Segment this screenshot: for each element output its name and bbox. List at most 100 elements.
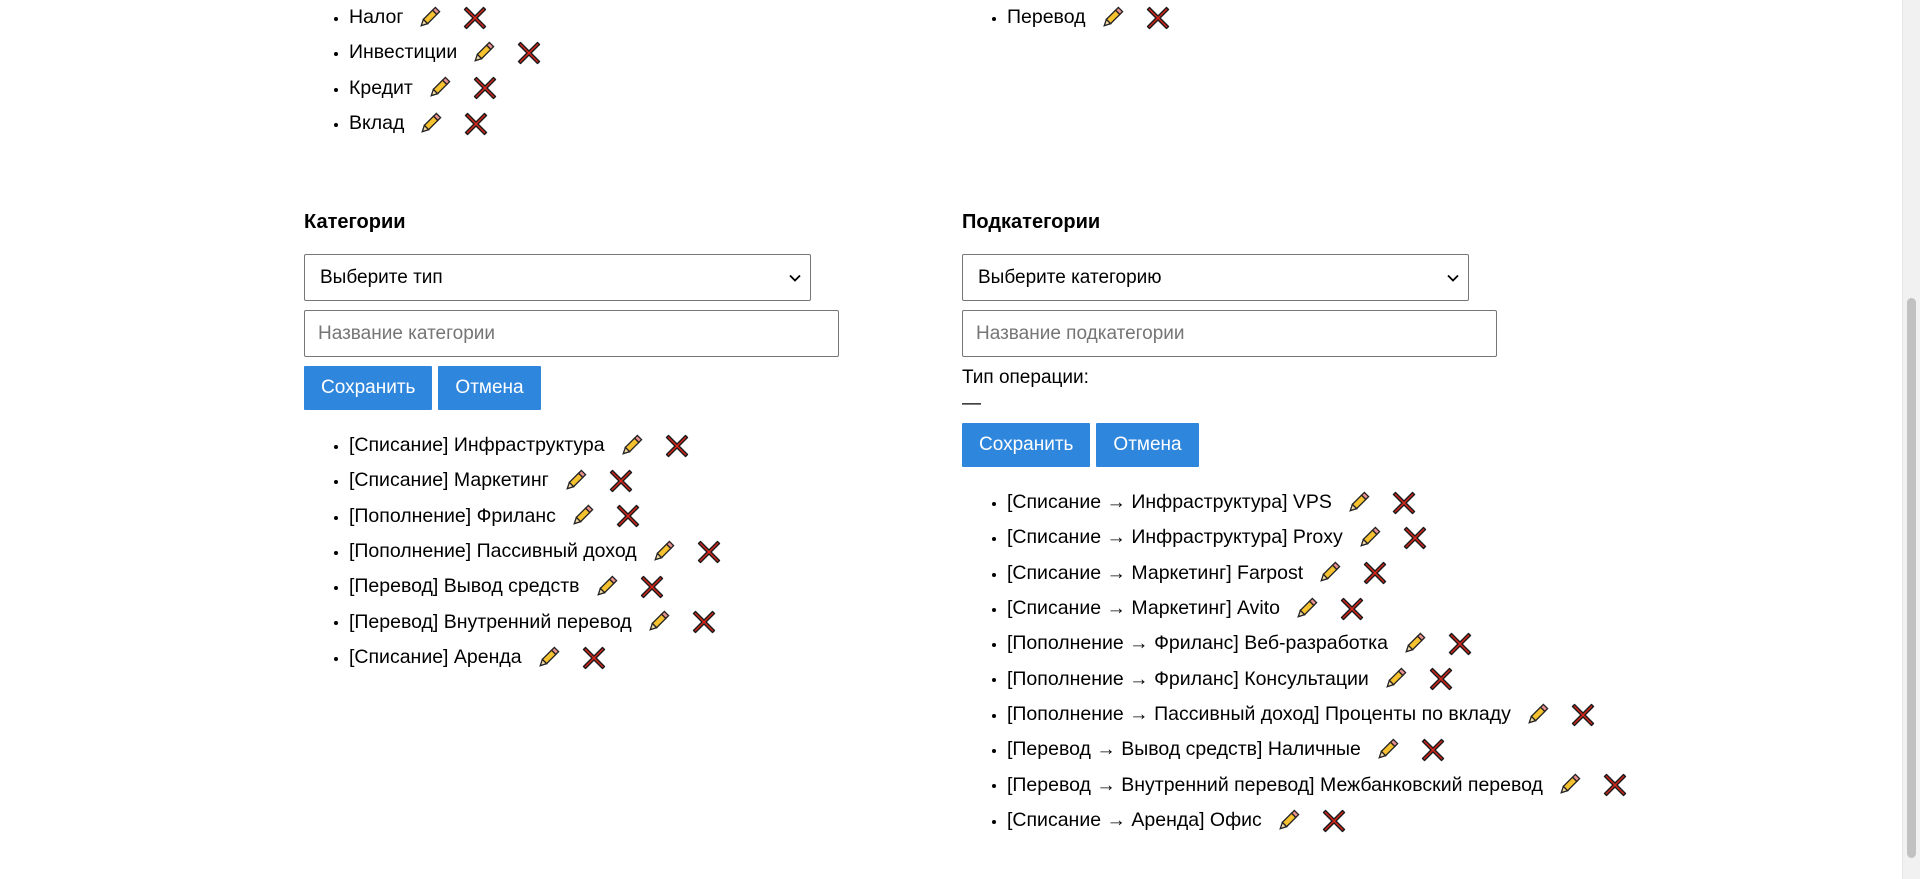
- category-type-select-value: Выберите тип: [320, 266, 443, 288]
- category-name-placeholder: Название категории: [318, 322, 495, 344]
- list-item: Инвестиции: [349, 35, 542, 70]
- list-item: [Списание → Маркетинг] Avito: [1007, 591, 1628, 626]
- list-item-label: [Пополнение] Фриланс: [349, 504, 556, 527]
- subcategory-cancel-button[interactable]: Отмена: [1096, 423, 1199, 467]
- subcategories-title: Подкатегории: [962, 211, 1101, 233]
- pencil-icon[interactable]: [645, 609, 671, 635]
- pencil-icon[interactable]: [1401, 631, 1427, 657]
- list-item-label: [Пополнение] Пассивный доход: [349, 540, 637, 563]
- pencil-icon[interactable]: [1345, 490, 1371, 516]
- cross-icon[interactable]: [1145, 5, 1171, 31]
- list-item: [Перевод] Вывод средств: [349, 569, 839, 604]
- pencil-icon[interactable]: [470, 40, 496, 66]
- pencil-icon[interactable]: [1382, 666, 1408, 692]
- pencil-icon[interactable]: [593, 574, 619, 600]
- pencil-icon[interactable]: [1556, 772, 1582, 798]
- list-item-label: [Пополнение → Пассивный доход] Проценты …: [1007, 702, 1511, 725]
- list-item-label: [Списание → Маркетинг] Farpost: [1007, 561, 1304, 584]
- scrollbar-thumb[interactable]: [1907, 298, 1916, 858]
- cross-icon[interactable]: [472, 75, 498, 101]
- list-item: [Списание] Инфраструктура: [349, 428, 839, 463]
- cross-icon[interactable]: [1339, 596, 1365, 622]
- cross-icon[interactable]: [463, 111, 489, 137]
- subcategory-name-placeholder: Название подкатегории: [976, 322, 1185, 344]
- category-cancel-button[interactable]: Отмена: [438, 366, 541, 410]
- list-item-label: [Списание → Аренда] Офис: [1007, 808, 1262, 831]
- types-list: Налог Инвестиции Кредит Вклад: [304, 0, 542, 141]
- list-item: [Списание → Аренда] Офис: [1007, 803, 1628, 838]
- cross-icon[interactable]: [462, 5, 488, 31]
- chevron-down-icon: [1447, 274, 1459, 282]
- list-item: [Списание → Инфраструктура] Proxy: [1007, 520, 1628, 555]
- pencil-icon[interactable]: [562, 468, 588, 494]
- pencil-icon[interactable]: [1524, 702, 1550, 728]
- pencil-icon[interactable]: [416, 5, 442, 31]
- cross-icon[interactable]: [1447, 631, 1473, 657]
- subcategory-save-button[interactable]: Сохранить: [962, 423, 1091, 467]
- operation-type-value: —: [962, 393, 981, 414]
- list-item: [Списание → Инфраструктура] VPS: [1007, 485, 1628, 520]
- operation-type-label: Тип операции:: [962, 367, 1089, 388]
- cross-icon[interactable]: [615, 503, 641, 529]
- category-save-button[interactable]: Сохранить: [304, 366, 433, 410]
- list-item-label: [Списание] Инфраструктура: [349, 434, 605, 457]
- list-item-label: [Списание → Инфраструктура] VPS: [1007, 491, 1332, 514]
- category-name-input[interactable]: Название категории: [304, 310, 839, 357]
- list-item-label: Вклад: [349, 112, 405, 135]
- cross-icon[interactable]: [691, 609, 717, 635]
- cross-icon[interactable]: [1428, 666, 1454, 692]
- cross-icon[interactable]: [664, 433, 690, 459]
- list-item-label: [Перевод] Вывод средств: [349, 575, 580, 598]
- cross-icon[interactable]: [1420, 737, 1446, 763]
- pencil-icon[interactable]: [1293, 596, 1319, 622]
- pencil-icon[interactable]: [650, 539, 676, 565]
- list-item-label: [Списание → Инфраструктура] Proxy: [1007, 526, 1343, 549]
- transfer-types-panel: Перевод: [962, 0, 1171, 35]
- cross-icon[interactable]: [1362, 560, 1388, 586]
- categories-section: Категории Выберите тип Название категори…: [304, 207, 839, 675]
- list-item: Налог: [349, 0, 542, 35]
- cross-icon[interactable]: [1402, 525, 1428, 551]
- cross-icon[interactable]: [1570, 702, 1596, 728]
- pencil-icon[interactable]: [1099, 5, 1125, 31]
- cross-icon[interactable]: [516, 40, 542, 66]
- list-item-label: [Перевод → Вывод средств] Наличные: [1007, 738, 1361, 761]
- subcategory-name-input[interactable]: Название подкатегории: [962, 310, 1497, 357]
- subcategory-category-select-value: Выберите категорию: [978, 266, 1162, 288]
- pencil-icon[interactable]: [569, 503, 595, 529]
- list-item-label: [Списание] Маркетинг: [349, 469, 549, 492]
- list-item-label: [Списание → Маркетинг] Avito: [1007, 597, 1281, 620]
- chevron-down-icon: [789, 274, 801, 282]
- cross-icon[interactable]: [608, 468, 634, 494]
- list-item: [Перевод] Внутренний перевод: [349, 604, 839, 639]
- list-item: [Перевод → Внутренний перевод] Межбанков…: [1007, 767, 1628, 802]
- pencil-icon[interactable]: [426, 75, 452, 101]
- subcategory-category-select[interactable]: Выберите категорию: [962, 254, 1469, 301]
- cross-icon[interactable]: [1321, 808, 1347, 834]
- pencil-icon[interactable]: [1356, 525, 1382, 551]
- subcategories-section: Подкатегории Выберите категорию Название…: [962, 207, 1628, 838]
- list-item-label: Налог: [349, 6, 404, 29]
- pencil-icon[interactable]: [417, 111, 443, 137]
- category-type-select[interactable]: Выберите тип: [304, 254, 811, 301]
- categories-title: Категории: [304, 211, 406, 233]
- pencil-icon[interactable]: [618, 433, 644, 459]
- list-item: Вклад: [349, 106, 542, 141]
- cross-icon[interactable]: [1391, 490, 1417, 516]
- pencil-icon[interactable]: [1374, 737, 1400, 763]
- cross-icon[interactable]: [581, 645, 607, 671]
- list-item-label: Перевод: [1007, 6, 1086, 29]
- cross-icon[interactable]: [696, 539, 722, 565]
- list-item: [Списание] Аренда: [349, 640, 839, 675]
- list-item-label: Кредит: [349, 76, 413, 99]
- cross-icon[interactable]: [1602, 772, 1628, 798]
- pencil-icon[interactable]: [1316, 560, 1342, 586]
- pencil-icon[interactable]: [535, 645, 561, 671]
- list-item-label: [Списание] Аренда: [349, 645, 522, 668]
- list-item: [Списание → Маркетинг] Farpost: [1007, 556, 1628, 591]
- list-item: [Списание] Маркетинг: [349, 463, 839, 498]
- pencil-icon[interactable]: [1275, 808, 1301, 834]
- page-scrollbar[interactable]: [1902, 0, 1920, 879]
- cross-icon[interactable]: [639, 574, 665, 600]
- list-item-label: Инвестиции: [349, 41, 458, 64]
